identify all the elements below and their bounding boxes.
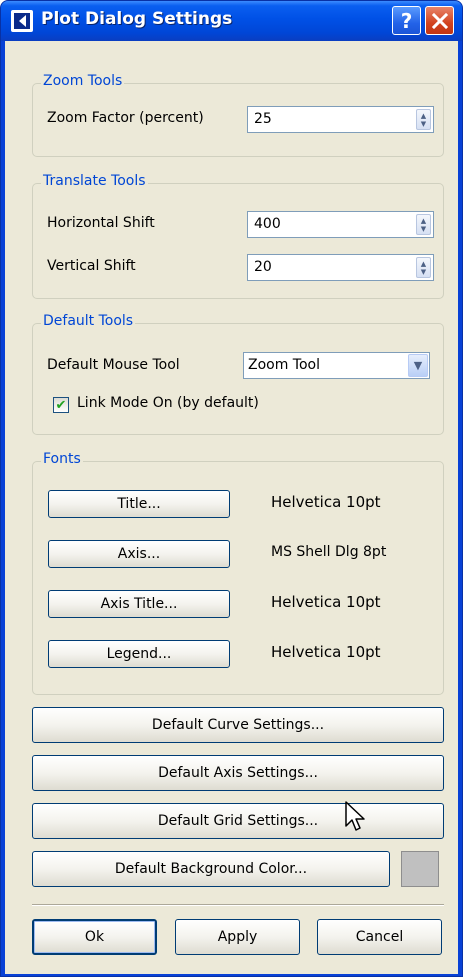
spin-up-icon[interactable]: ▲ bbox=[421, 217, 426, 225]
spin-arrows[interactable]: ▲ ▼ bbox=[416, 109, 431, 130]
group-label: Fonts bbox=[41, 451, 83, 467]
background-color-swatch[interactable] bbox=[401, 851, 439, 887]
help-icon: ? bbox=[400, 8, 413, 33]
default-background-color-button[interactable]: Default Background Color... bbox=[32, 851, 390, 887]
legend-font-button[interactable]: Legend... bbox=[48, 640, 230, 668]
horizontal-shift-spinbox[interactable]: 400 ▲ ▼ bbox=[247, 211, 434, 238]
zoom-factor-value: 25 bbox=[254, 111, 272, 127]
spin-up-icon[interactable]: ▲ bbox=[421, 112, 426, 120]
app-logo-icon bbox=[11, 10, 33, 32]
spin-down-icon[interactable]: ▼ bbox=[421, 120, 426, 128]
ok-button[interactable]: Ok bbox=[32, 919, 157, 955]
axis-title-font-button[interactable]: Axis Title... bbox=[48, 590, 230, 618]
zoom-factor-spinbox[interactable]: 25 ▲ ▼ bbox=[247, 106, 434, 133]
default-axis-settings-button[interactable]: Default Axis Settings... bbox=[32, 755, 444, 791]
window-title: Plot Dialog Settings bbox=[41, 9, 233, 29]
apply-button[interactable]: Apply bbox=[175, 919, 300, 955]
footer-separator bbox=[32, 904, 444, 906]
default-grid-settings-button[interactable]: Default Grid Settings... bbox=[32, 803, 444, 839]
axis-font-button[interactable]: Axis... bbox=[48, 540, 230, 568]
mouse-pointer-icon bbox=[345, 801, 365, 831]
zoom-tools-group: Zoom Tools Zoom Factor (percent) 25 ▲ ▼ bbox=[32, 73, 444, 157]
group-label: Translate Tools bbox=[41, 173, 148, 189]
default-mouse-tool-select[interactable]: Zoom Tool ▼ bbox=[243, 352, 430, 379]
default-mouse-tool-label: Default Mouse Tool bbox=[47, 357, 180, 373]
title-bar[interactable]: Plot Dialog Settings ? bbox=[1, 1, 462, 41]
title-font-value: Helvetica 10pt bbox=[271, 493, 381, 511]
vertical-shift-value: 20 bbox=[254, 259, 272, 275]
spin-arrows[interactable]: ▲ ▼ bbox=[416, 257, 431, 278]
legend-font-value: Helvetica 10pt bbox=[271, 643, 381, 661]
group-label: Zoom Tools bbox=[41, 73, 125, 89]
horizontal-shift-label: Horizontal Shift bbox=[47, 215, 155, 231]
spin-down-icon[interactable]: ▼ bbox=[421, 225, 426, 233]
selected-value: Zoom Tool bbox=[248, 357, 321, 373]
dialog-body: Zoom Tools Zoom Factor (percent) 25 ▲ ▼ … bbox=[5, 41, 458, 974]
spin-arrows[interactable]: ▲ ▼ bbox=[416, 214, 431, 235]
link-mode-checkbox[interactable]: ✔ bbox=[53, 397, 69, 413]
close-button[interactable] bbox=[425, 6, 454, 35]
translate-tools-group: Translate Tools Horizontal Shift 400 ▲ ▼… bbox=[32, 173, 444, 299]
spin-up-icon[interactable]: ▲ bbox=[421, 260, 426, 268]
group-label: Default Tools bbox=[41, 313, 136, 329]
horizontal-shift-value: 400 bbox=[254, 216, 281, 232]
checkmark-icon: ✔ bbox=[55, 397, 67, 413]
axis-font-value: MS Shell Dlg 8pt bbox=[271, 544, 387, 560]
default-curve-settings-button[interactable]: Default Curve Settings... bbox=[32, 707, 444, 743]
vertical-shift-spinbox[interactable]: 20 ▲ ▼ bbox=[247, 254, 434, 281]
fonts-group: Fonts Title... Helvetica 10pt Axis... MS… bbox=[32, 451, 444, 695]
axis-title-font-value: Helvetica 10pt bbox=[271, 593, 381, 611]
link-mode-label[interactable]: Link Mode On (by default) bbox=[77, 395, 259, 411]
close-icon bbox=[431, 12, 448, 29]
vertical-shift-label: Vertical Shift bbox=[47, 258, 136, 274]
spin-down-icon[interactable]: ▼ bbox=[421, 268, 426, 276]
help-button[interactable]: ? bbox=[392, 6, 421, 35]
title-font-button[interactable]: Title... bbox=[48, 490, 230, 518]
dropdown-button[interactable]: ▼ bbox=[408, 354, 428, 377]
plot-dialog-settings-window: Plot Dialog Settings ? Zoom Tools Zoom F… bbox=[0, 0, 463, 977]
default-tools-group: Default Tools Default Mouse Tool Zoom To… bbox=[32, 313, 444, 435]
cancel-button[interactable]: Cancel bbox=[317, 919, 442, 955]
zoom-factor-label: Zoom Factor (percent) bbox=[47, 110, 204, 126]
chevron-down-icon: ▼ bbox=[413, 359, 423, 372]
